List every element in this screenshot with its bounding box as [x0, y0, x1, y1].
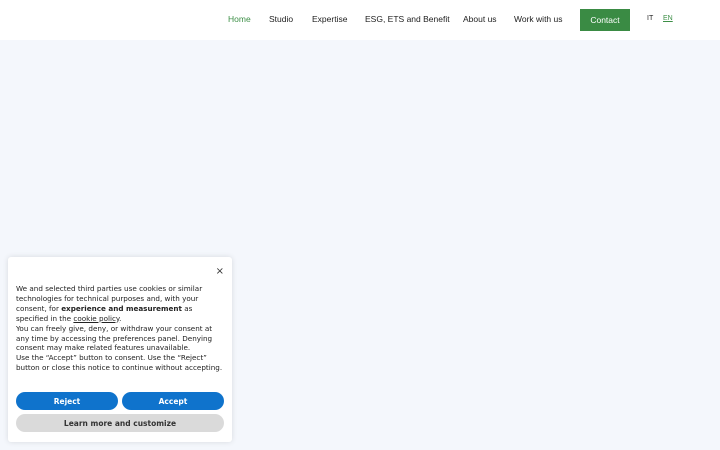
- cookie-policy-link[interactable]: cookie policy: [73, 314, 119, 323]
- cookie-text-consent: You can freely give, deny, or withdraw y…: [16, 323, 213, 353]
- cookie-text-bold: experience and measurement: [61, 303, 182, 313]
- nav-about-us-link[interactable]: About us: [463, 14, 497, 24]
- nav-esg-link[interactable]: ESG, ETS and Benefit: [365, 14, 450, 24]
- nav-expertise-link[interactable]: Expertise: [312, 14, 347, 24]
- cookie-banner: × We and selected third parties use cook…: [8, 257, 232, 442]
- nav-studio-link[interactable]: Studio: [269, 14, 293, 24]
- contact-button[interactable]: Contact: [580, 9, 630, 31]
- language-en-link[interactable]: EN: [663, 15, 673, 22]
- nav-work-with-us-link[interactable]: Work with us: [514, 14, 563, 24]
- site-header: Home Studio Expertise ESG, ETS and Benef…: [0, 0, 720, 40]
- nav-home-link[interactable]: Home: [228, 14, 251, 24]
- close-icon[interactable]: ×: [216, 267, 224, 277]
- cookie-notice-text: We and selected third parties use cookie…: [16, 284, 224, 373]
- cookie-text-buttons: Use the “Accept” button to consent. Use …: [16, 353, 223, 373]
- cookie-text-period: .: [119, 313, 122, 323]
- language-it-link[interactable]: IT: [647, 15, 653, 22]
- learn-more-button[interactable]: Learn more and customize: [16, 414, 224, 432]
- reject-button[interactable]: Reject: [16, 392, 118, 410]
- accept-button[interactable]: Accept: [122, 392, 224, 410]
